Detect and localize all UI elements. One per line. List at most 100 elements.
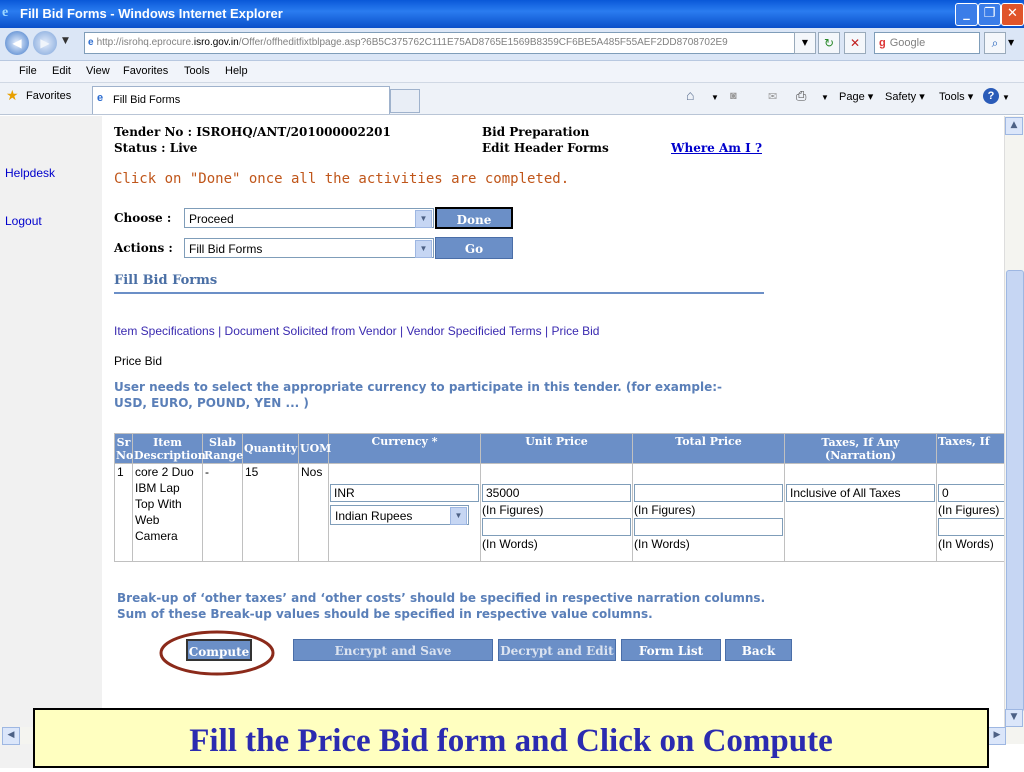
currency-note: User needs to select the appropriate cur… [114,380,723,410]
star-icon: ★ [6,87,19,103]
unit-price-words-input[interactable] [482,518,631,536]
scroll-up-icon[interactable]: ▲ [1005,117,1023,135]
where-am-i-link[interactable]: Where Am I ? [671,141,762,155]
address-toolbar: ◀ ▶ ▼ e http://isrohq.eprocure.isro.gov.i… [0,28,1024,61]
address-dropdown-icon[interactable]: ▼ [794,32,816,54]
col-item-description: Item Description [132,433,206,464]
in-words-label: (In Words) [482,537,538,551]
url-prefix: http://isrohq.eprocure. [96,37,194,48]
address-input[interactable]: e http://isrohq.eprocure.isro.gov.in/Offe… [84,32,812,54]
tools-menu[interactable]: Tools ▾ [939,90,973,103]
price-bid-table: Sr No Item Description Slab Range Quanti… [114,433,1010,562]
stop-icon[interactable]: ✕ [844,32,866,54]
scroll-down-icon[interactable]: ▼ [1005,709,1023,727]
link-separator: | [218,324,222,338]
scrollbar-thumb[interactable] [1006,270,1024,712]
tax-narration-input[interactable]: Inclusive of All Taxes [786,484,935,502]
chevron-down-icon: ▼ [415,210,432,228]
menu-file[interactable]: File [19,65,37,77]
link-document-solicited[interactable]: Document Solicited from Vendor [225,324,397,338]
col-slab-range: Slab Range [202,433,244,464]
sidebar-item-logout[interactable]: Logout [5,214,42,228]
minimize-button[interactable]: _ [955,3,978,26]
tab-page-icon: e [97,92,104,104]
search-icon[interactable]: ⌕ [984,32,1006,54]
form-links: Item Specifications | Document Solicited… [114,324,599,338]
page-menu[interactable]: Page ▾ [839,90,873,103]
in-words-label: (In Words) [634,537,690,551]
maximize-button[interactable]: ❐ [978,3,1001,26]
section-divider [114,292,764,294]
new-tab-button[interactable] [390,89,420,113]
menu-view[interactable]: View [86,65,110,77]
back-arrow-icon[interactable]: ◀ [5,31,29,55]
scroll-right-icon[interactable]: ▶ [988,727,1006,745]
favorites-button[interactable]: Favorites [26,90,71,102]
ie-logo-icon: e [2,5,9,20]
tender-number: Tender No : ISROHQ/ANT/201000002201 [114,125,391,139]
close-button[interactable]: ✕ [1001,3,1024,26]
done-button[interactable]: Done [435,207,513,229]
cell-currency: INR Indian Rupees ▼ [328,463,481,562]
help-icon[interactable]: ? [983,88,999,104]
unit-price-figures-input[interactable]: 35000 [482,484,631,502]
menu-tools[interactable]: Tools [184,65,210,77]
decrypt-and-edit-button[interactable]: Decrypt and Edit [498,639,616,661]
print-dropdown-icon[interactable]: ▼ [821,93,829,102]
menu-bar: File Edit View Favorites Tools Help [0,61,1024,83]
instruction-banner: Fill the Price Bid form and Click on Com… [33,708,989,768]
col-unit-price: Unit Price [480,433,633,464]
col-taxes-narration: Taxes, If Any (Narration) [784,433,937,464]
cell-total-price: (In Figures) (In Words) [632,463,785,562]
col-currency: Currency * [328,433,481,464]
actions-select[interactable]: Fill Bid Forms ▼ [184,238,434,258]
col-uom: UOM [298,433,331,464]
link-item-specifications[interactable]: Item Specifications [114,324,215,338]
in-words-label: (In Words) [938,537,994,551]
menu-edit[interactable]: Edit [52,65,71,77]
choose-select[interactable]: Proceed ▼ [184,208,434,228]
home-dropdown-icon[interactable]: ▼ [711,93,719,102]
actions-value: Fill Bid Forms [189,242,263,256]
refresh-icon[interactable]: ↻ [818,32,840,54]
back-button[interactable]: Back [725,639,792,661]
chevron-down-icon: ▼ [415,240,432,258]
go-button[interactable]: Go [435,237,513,259]
history-dropdown-icon[interactable]: ▼ [62,36,69,46]
menu-favorites[interactable]: Favorites [123,65,168,77]
forward-arrow-icon[interactable]: ▶ [33,31,57,55]
currency-select[interactable]: Indian Rupees ▼ [330,505,469,525]
search-input[interactable]: g Google [874,32,980,54]
mail-icon[interactable]: ✉ [768,90,777,103]
search-placeholder: Google [889,37,926,49]
scroll-left-icon[interactable]: ◀ [2,727,20,745]
link-vendor-terms[interactable]: Vendor Specificied Terms [406,324,541,338]
total-price-figures-input[interactable] [634,484,783,502]
currency-code-input[interactable]: INR [330,484,479,502]
choose-label: Choose : [114,211,172,225]
tax-value-input[interactable]: 0 [938,484,1009,502]
tab-fill-bid-forms[interactable]: e Fill Bid Forms [92,86,390,114]
search-options-icon[interactable]: ▼ [1008,38,1014,47]
print-icon[interactable]: ⎙ [796,88,806,104]
form-list-button[interactable]: Form List [621,639,721,661]
encrypt-and-save-button[interactable]: Encrypt and Save [293,639,493,661]
sidebar-item-helpdesk[interactable]: Helpdesk [5,166,55,180]
help-dropdown-icon[interactable]: ▼ [1002,93,1010,102]
menu-help[interactable]: Help [225,65,248,77]
left-sidebar: Helpdesk Logout [0,116,102,768]
home-icon[interactable]: ⌂ [686,87,694,103]
cell-unit-price: 35000 (In Figures) (In Words) [480,463,633,562]
total-price-words-input[interactable] [634,518,783,536]
tab-title: Fill Bid Forms [113,94,181,106]
tax-words-input[interactable] [938,518,1009,536]
cell-quantity: 15 [242,463,299,562]
compute-button[interactable]: Compute [186,639,252,661]
tools-menu-label: Tools [939,91,965,103]
link-price-bid[interactable]: Price Bid [551,324,599,338]
feeds-icon[interactable]: ◙ [730,90,737,102]
safety-menu[interactable]: Safety ▾ [885,90,925,103]
favorites-bar: ★ Favorites e Fill Bid Forms ⌂ ▼ ◙ ✉ ⎙ ▼… [0,83,1024,115]
col-quantity: Quantity [242,433,299,464]
link-separator: | [544,324,549,338]
